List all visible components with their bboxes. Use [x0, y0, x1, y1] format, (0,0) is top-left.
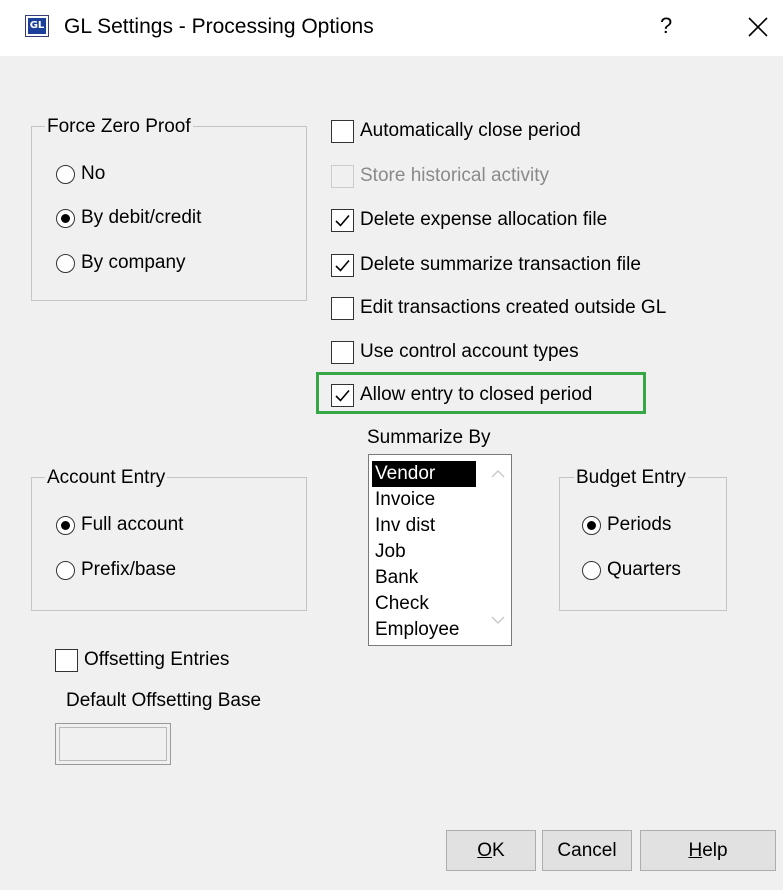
checkbox-box	[55, 648, 78, 672]
radio-by-debit-credit[interactable]: By debit/credit	[56, 204, 201, 232]
checkbox-store-historical-activity[interactable]: Store historical activity	[331, 161, 549, 191]
list-item[interactable]: Employee	[372, 617, 476, 643]
checkbox-box	[331, 340, 354, 364]
checkbox-label: Edit transactions created outside GL	[360, 297, 667, 318]
checkbox-offsetting-entries[interactable]: Offsetting Entries	[55, 645, 229, 675]
scroll-up-icon	[491, 470, 505, 478]
radio-circle	[56, 253, 75, 273]
checkbox-box	[331, 296, 354, 320]
checkbox-box	[331, 253, 354, 277]
checkbox-edit-transactions-outside-gl[interactable]: Edit transactions created outside GL	[331, 293, 666, 323]
list-item[interactable]: Bank	[372, 565, 476, 591]
radio-label: By debit/credit	[81, 207, 202, 228]
list-item[interactable]: Check	[372, 591, 476, 617]
radio-no[interactable]: No	[56, 160, 105, 188]
checkmark-icon	[335, 259, 350, 272]
radio-full-account[interactable]: Full account	[56, 511, 183, 539]
checkbox-label: Automatically close period	[360, 120, 581, 141]
checkbox-box	[331, 383, 354, 407]
account-entry-legend: Account Entry	[45, 467, 168, 489]
checkbox-label: Allow entry to closed period	[360, 384, 593, 405]
radio-label: No	[81, 163, 106, 184]
list-item[interactable]: Inv dist	[372, 513, 476, 539]
radio-circle	[582, 515, 601, 535]
checkbox-allow-entry-to-closed-period[interactable]: Allow entry to closed period	[331, 380, 592, 410]
cancel-button[interactable]: Cancel	[542, 830, 632, 871]
app-icon: GL	[25, 15, 49, 37]
checkbox-box	[331, 119, 354, 143]
title-bar: GL GL Settings - Processing Options ?	[0, 0, 783, 56]
radio-label: Full account	[81, 514, 184, 535]
budget-entry-legend: Budget Entry	[574, 467, 688, 489]
checkbox-use-control-account-types[interactable]: Use control account types	[331, 337, 579, 367]
radio-label: Periods	[607, 514, 672, 535]
listbox-scrollbar[interactable]	[485, 455, 511, 645]
checkbox-label: Store historical activity	[360, 165, 550, 186]
checkmark-icon	[335, 214, 350, 227]
radio-circle	[56, 164, 75, 184]
help-icon[interactable]: ?	[660, 12, 672, 40]
checkbox-automatically-close-period[interactable]: Automatically close period	[331, 116, 581, 146]
checkbox-delete-summarize-transaction-file[interactable]: Delete summarize transaction file	[331, 250, 641, 280]
list-item[interactable]: Job	[372, 539, 476, 565]
checkbox-box	[331, 164, 354, 188]
radio-by-company[interactable]: By company	[56, 249, 186, 277]
radio-label: By company	[81, 252, 186, 273]
list-item[interactable]: Vendor	[372, 461, 476, 487]
summarize-by-listbox[interactable]: Vendor Invoice Inv dist Job Bank Check E…	[368, 454, 512, 646]
radio-label: Quarters	[607, 559, 681, 580]
force-zero-proof-legend: Force Zero Proof	[45, 116, 193, 138]
list-item[interactable]: Invoice	[372, 487, 476, 513]
default-offsetting-base-label: Default Offsetting Base	[66, 690, 262, 711]
radio-circle	[56, 515, 75, 535]
radio-circle	[582, 560, 601, 580]
radio-circle	[56, 560, 75, 580]
checkbox-label: Delete expense allocation file	[360, 209, 608, 230]
close-icon[interactable]	[744, 13, 772, 41]
scroll-down-icon	[491, 616, 505, 624]
radio-circle	[56, 208, 75, 228]
summarize-by-label: Summarize By	[367, 427, 491, 448]
default-offsetting-base-field[interactable]	[55, 723, 171, 765]
checkbox-label: Use control account types	[360, 341, 579, 362]
checkbox-delete-expense-allocation-file[interactable]: Delete expense allocation file	[331, 205, 607, 235]
budget-entry-group	[559, 477, 727, 611]
window-title: GL Settings - Processing Options	[64, 15, 374, 38]
ok-button[interactable]: OK	[446, 830, 536, 871]
radio-quarters[interactable]: Quarters	[582, 556, 681, 584]
checkbox-label: Offsetting Entries	[84, 649, 230, 670]
radio-periods[interactable]: Periods	[582, 511, 671, 539]
help-button[interactable]: Help	[640, 830, 776, 871]
radio-prefix-base[interactable]: Prefix/base	[56, 556, 176, 584]
radio-label: Prefix/base	[81, 559, 177, 580]
checkbox-label: Delete summarize transaction file	[360, 254, 641, 275]
checkmark-icon	[335, 389, 350, 402]
account-entry-group	[31, 477, 307, 611]
checkbox-box	[331, 208, 354, 232]
